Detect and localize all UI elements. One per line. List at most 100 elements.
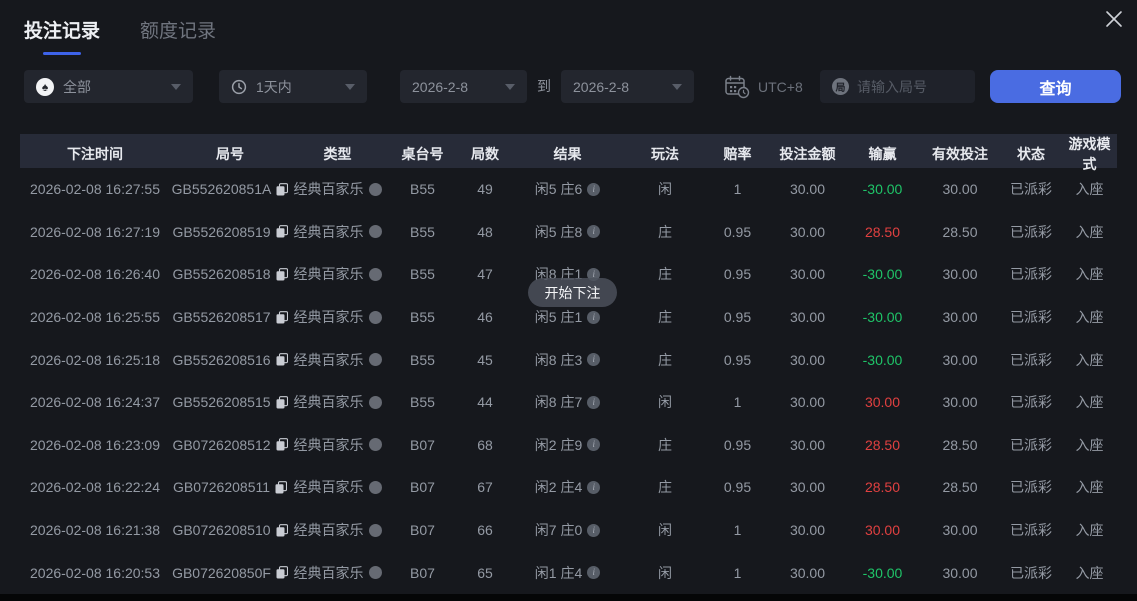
cell-bet-amount: 30.00 [770, 266, 845, 282]
cell-bet-amount: 30.00 [770, 352, 845, 368]
cell-status: 已派彩 [1000, 179, 1062, 199]
cell-result: 闲5 庄6i [510, 179, 625, 199]
column-header-1: 下注时间 [20, 144, 170, 164]
query-button[interactable]: 查询 [990, 70, 1121, 103]
table-row: 2026-02-08 16:23:09GB0726208512经典百家乐B076… [20, 424, 1117, 467]
game-type-dot-icon [369, 566, 382, 579]
game-type-dot-icon [369, 311, 382, 324]
info-icon[interactable]: i [587, 438, 600, 451]
cell-round-no: 68 [460, 437, 510, 453]
date-to-select[interactable]: 2026-2-8 [561, 70, 694, 103]
table-row: 2026-02-08 16:27:19GB5526208519经典百家乐B554… [20, 211, 1117, 254]
chevron-down-icon [345, 84, 355, 90]
cell-odds: 0.95 [705, 437, 770, 453]
start-betting-toast: 开始下注 [528, 278, 617, 307]
cell-round-no: 44 [460, 394, 510, 410]
cell-round-no: 46 [460, 309, 510, 325]
cell-game-type: 经典百家乐 [290, 264, 385, 284]
cell-win-loss: 28.50 [845, 437, 920, 453]
cell-win-loss: -30.00 [845, 266, 920, 282]
info-icon[interactable]: i [587, 353, 600, 366]
cell-game-type: 经典百家乐 [290, 350, 385, 370]
calendar-clock-icon[interactable] [724, 75, 750, 99]
cell-status: 已派彩 [1000, 435, 1062, 455]
copy-icon[interactable] [276, 225, 288, 238]
game-type-dot-icon [369, 225, 382, 238]
cell-game-mode: 入座 [1062, 392, 1117, 412]
cell-game-mode: 入座 [1062, 435, 1117, 455]
info-icon[interactable]: i [587, 524, 600, 537]
copy-icon[interactable] [276, 566, 288, 579]
copy-icon[interactable] [276, 353, 288, 366]
cell-valid-bet: 28.50 [920, 437, 1000, 453]
cell-round-no: 48 [460, 224, 510, 240]
round-search-input[interactable] [857, 79, 963, 95]
cell-odds: 0.95 [705, 224, 770, 240]
cell-play: 庄 [625, 477, 705, 497]
cell-table-no: B07 [385, 437, 460, 453]
cell-bet-time: 2026-02-08 16:23:09 [20, 437, 170, 453]
column-header-12: 状态 [1000, 144, 1062, 164]
cell-round-id: GB0726208512 [170, 437, 290, 453]
cell-game-type: 经典百家乐 [290, 563, 385, 583]
cell-round-no: 66 [460, 522, 510, 538]
info-icon[interactable]: i [587, 566, 600, 579]
cell-game-type: 经典百家乐 [290, 477, 385, 497]
cell-play: 庄 [625, 435, 705, 455]
column-header-5: 局数 [460, 144, 510, 164]
copy-icon[interactable] [276, 524, 288, 537]
time-range-select[interactable]: 1天内 [219, 70, 367, 103]
cell-valid-bet: 30.00 [920, 565, 1000, 581]
cell-result: 闲2 庄4i [510, 477, 625, 497]
round-search-field[interactable]: 局 [820, 70, 975, 103]
info-icon[interactable]: i [587, 183, 600, 196]
cell-play: 闲 [625, 563, 705, 583]
cell-round-id: GB5526208518 [170, 266, 290, 282]
cell-win-loss: -30.00 [845, 565, 920, 581]
close-icon[interactable] [1101, 6, 1127, 32]
info-icon[interactable]: i [587, 396, 600, 409]
copy-icon[interactable] [276, 311, 288, 324]
cell-game-type: 经典百家乐 [290, 520, 385, 540]
cell-odds: 1 [705, 181, 770, 197]
cell-bet-amount: 30.00 [770, 181, 845, 197]
cell-round-no: 67 [460, 479, 510, 495]
cell-play: 庄 [625, 264, 705, 284]
cell-game-type: 经典百家乐 [290, 307, 385, 327]
copy-icon[interactable] [275, 481, 287, 494]
table-row: 2026-02-08 16:22:24GB0726208511经典百家乐B076… [20, 466, 1117, 509]
tab-quota-records[interactable]: 额度记录 [140, 16, 216, 53]
copy-icon[interactable] [276, 396, 288, 409]
table-row: 2026-02-08 16:21:38GB0726208510经典百家乐B076… [20, 509, 1117, 552]
table-row: 2026-02-08 16:24:37GB5526208515经典百家乐B554… [20, 381, 1117, 424]
copy-icon[interactable] [276, 183, 288, 196]
copy-icon[interactable] [276, 268, 288, 281]
game-type-select[interactable]: ♠ 全部 [24, 70, 193, 103]
timezone-label: UTC+8 [758, 79, 803, 95]
cell-odds: 1 [705, 394, 770, 410]
cell-bet-amount: 30.00 [770, 565, 845, 581]
chevron-down-icon [505, 84, 515, 90]
cell-bet-time: 2026-02-08 16:27:19 [20, 224, 170, 240]
info-icon[interactable]: i [587, 225, 600, 238]
spade-icon: ♠ [36, 78, 54, 96]
tab-bar: 投注记录 额度记录 [24, 16, 216, 53]
cell-table-no: B55 [385, 352, 460, 368]
copy-icon[interactable] [276, 438, 288, 451]
cell-bet-amount: 30.00 [770, 309, 845, 325]
tab-betting-records[interactable]: 投注记录 [24, 16, 100, 53]
cell-play: 庄 [625, 307, 705, 327]
cell-win-loss: 30.00 [845, 394, 920, 410]
info-icon[interactable]: i [587, 481, 600, 494]
cell-game-type: 经典百家乐 [290, 435, 385, 455]
cell-result: 闲1 庄4i [510, 563, 625, 583]
active-tab-underline [43, 52, 81, 55]
info-icon[interactable]: i [587, 311, 600, 324]
date-from-select[interactable]: 2026-2-8 [400, 70, 527, 103]
cell-bet-amount: 30.00 [770, 522, 845, 538]
cell-odds: 1 [705, 522, 770, 538]
table-body: 2026-02-08 16:27:55GB552620851A经典百家乐B554… [20, 168, 1117, 594]
cell-round-id: GB0726208510 [170, 522, 290, 538]
cell-status: 已派彩 [1000, 392, 1062, 412]
column-header-11: 有效投注 [920, 144, 1000, 164]
